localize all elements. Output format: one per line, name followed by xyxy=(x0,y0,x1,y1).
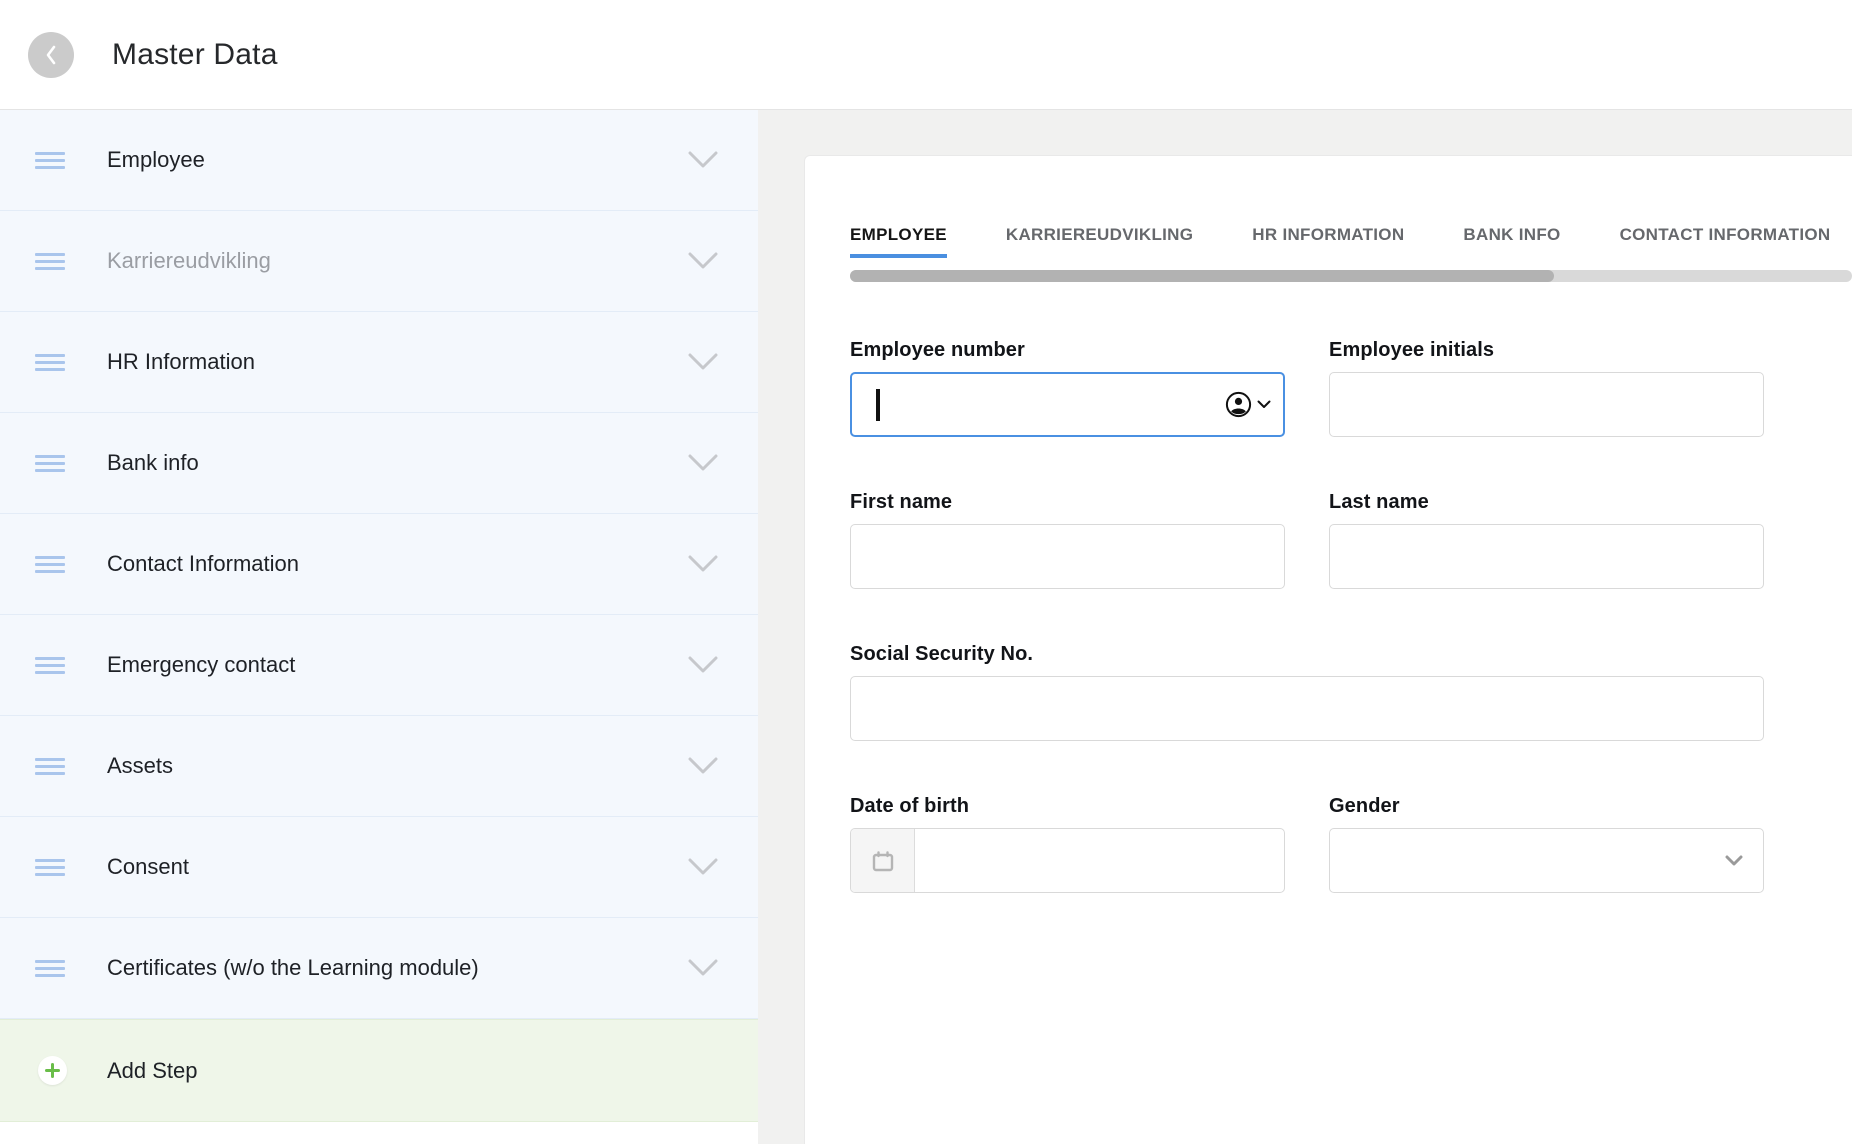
step-label: Assets xyxy=(107,753,688,779)
field-ssn: Social Security No. xyxy=(850,643,1764,741)
drag-handle-icon[interactable] xyxy=(35,152,65,169)
chevron-down-icon xyxy=(1257,400,1271,409)
chevron-down-icon[interactable] xyxy=(688,858,718,876)
drag-handle-icon[interactable] xyxy=(35,455,65,472)
field-date-of-birth: Date of birth xyxy=(850,795,1285,893)
form-card: EMPLOYEE KARRIEREUDVIKLING HR INFORMATION B… xyxy=(804,155,1852,1144)
step-label: Employee xyxy=(107,147,688,173)
employee-number-picker[interactable] xyxy=(1225,391,1283,418)
field-last-name: Last name xyxy=(1329,491,1764,589)
field-first-name: First name xyxy=(850,491,1285,589)
master-data-screen: Master Data Employee Karriereudvikling HR … xyxy=(0,0,1852,1144)
calendar-icon xyxy=(871,849,895,873)
sidebar-step-row[interactable]: Bank info xyxy=(0,413,758,514)
text-cursor xyxy=(876,389,880,421)
sidebar-step-row[interactable]: Certificates (w/o the Learning module) xyxy=(0,918,758,1019)
add-step-button[interactable]: Add Step xyxy=(0,1019,758,1122)
first-name-input[interactable] xyxy=(850,524,1285,589)
last-name-label: Last name xyxy=(1329,491,1764,514)
page-title: Master Data xyxy=(112,38,278,72)
sidebar-step-row[interactable]: HR Information xyxy=(0,312,758,413)
field-employee-number: Employee number xyxy=(850,339,1285,437)
field-gender: Gender xyxy=(1329,795,1764,893)
chevron-down-icon[interactable] xyxy=(688,353,718,371)
sidebar-step-row[interactable]: Emergency contact xyxy=(0,615,758,716)
drag-handle-icon[interactable] xyxy=(35,859,65,876)
step-label: Contact Information xyxy=(107,551,688,577)
step-label: Emergency contact xyxy=(107,652,688,678)
gender-label: Gender xyxy=(1329,795,1764,818)
drag-handle-icon[interactable] xyxy=(35,253,65,270)
tabs-scrollbar-track[interactable] xyxy=(850,270,1852,282)
add-step-label: Add Step xyxy=(107,1058,198,1084)
back-button[interactable] xyxy=(28,32,74,78)
sidebar-step-row[interactable]: Contact Information xyxy=(0,514,758,615)
tab-hr-information[interactable]: HR INFORMATION xyxy=(1252,225,1404,258)
drag-handle-icon[interactable] xyxy=(35,960,65,977)
date-of-birth-field[interactable] xyxy=(915,829,1284,892)
chevron-down-icon[interactable] xyxy=(688,454,718,472)
gender-select[interactable] xyxy=(1329,828,1764,893)
employee-initials-input[interactable] xyxy=(1329,372,1764,437)
sidebar-step-row[interactable]: Consent xyxy=(0,817,758,918)
plus-icon xyxy=(38,1056,67,1085)
step-label: Karriereudvikling xyxy=(107,248,688,274)
tab-contact-information[interactable]: CONTACT INFORMATION xyxy=(1620,225,1831,258)
chevron-down-icon[interactable] xyxy=(688,555,718,573)
chevron-down-icon[interactable] xyxy=(688,959,718,977)
employee-form: Employee number xyxy=(850,339,1764,893)
step-label: Consent xyxy=(107,854,688,880)
chevron-down-icon xyxy=(1725,855,1763,866)
sidebar-step-row[interactable]: Karriereudvikling xyxy=(0,211,758,312)
drag-handle-icon[interactable] xyxy=(35,758,65,775)
calendar-addon[interactable] xyxy=(851,829,915,892)
step-label: Bank info xyxy=(107,450,688,476)
tab-karriereudvikling[interactable]: KARRIEREUDVIKLING xyxy=(1006,225,1193,258)
drag-handle-icon[interactable] xyxy=(35,657,65,674)
employee-number-input[interactable] xyxy=(850,372,1285,437)
last-name-input[interactable] xyxy=(1329,524,1764,589)
sidebar-step-row[interactable]: Employee xyxy=(0,110,758,211)
tab-bank-info[interactable]: BANK INFO xyxy=(1463,225,1560,258)
sidebar-step-row[interactable]: Assets xyxy=(0,716,758,817)
date-of-birth-input[interactable] xyxy=(850,828,1285,893)
employee-number-field[interactable] xyxy=(852,374,1225,435)
user-circle-icon xyxy=(1225,391,1252,418)
step-label: HR Information xyxy=(107,349,688,375)
steps-sidebar: Employee Karriereudvikling HR Information B… xyxy=(0,110,758,1144)
chevron-down-icon[interactable] xyxy=(688,151,718,169)
gender-value[interactable] xyxy=(1330,829,1725,892)
chevron-left-icon xyxy=(43,44,59,66)
employee-number-label: Employee number xyxy=(850,339,1285,362)
chevron-down-icon[interactable] xyxy=(688,656,718,674)
tabs-scrollbar-thumb[interactable] xyxy=(850,270,1554,282)
employee-initials-label: Employee initials xyxy=(1329,339,1764,362)
date-of-birth-label: Date of birth xyxy=(850,795,1285,818)
field-employee-initials: Employee initials xyxy=(1329,339,1764,437)
drag-handle-icon[interactable] xyxy=(35,354,65,371)
first-name-label: First name xyxy=(850,491,1285,514)
page-header: Master Data xyxy=(0,0,1852,110)
step-label: Certificates (w/o the Learning module) xyxy=(107,955,688,981)
ssn-input[interactable] xyxy=(850,676,1764,741)
tab-employee[interactable]: EMPLOYEE xyxy=(850,225,947,258)
content-area: EMPLOYEE KARRIEREUDVIKLING HR INFORMATION B… xyxy=(758,110,1852,1144)
tab-bar: EMPLOYEE KARRIEREUDVIKLING HR INFORMATION B… xyxy=(850,225,1852,258)
chevron-down-icon[interactable] xyxy=(688,252,718,270)
ssn-label: Social Security No. xyxy=(850,643,1764,666)
chevron-down-icon[interactable] xyxy=(688,757,718,775)
steps-list: Employee Karriereudvikling HR Information B… xyxy=(0,110,758,1019)
drag-handle-icon[interactable] xyxy=(35,556,65,573)
